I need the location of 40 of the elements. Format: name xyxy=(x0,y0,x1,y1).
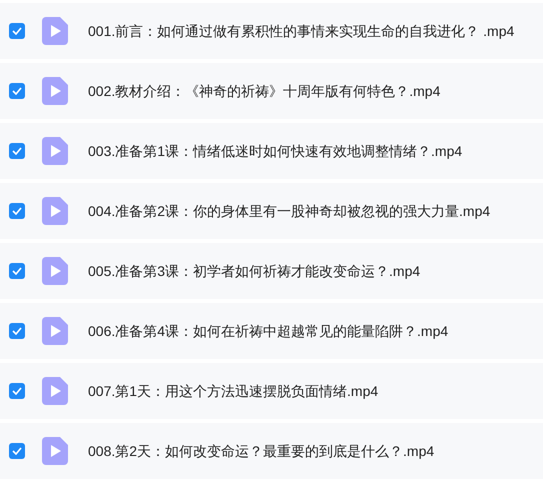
file-row[interactable]: 003.准备第1课：情绪低迷时如何快速有效地调整情绪？.mp4 xyxy=(0,123,543,179)
checkbox[interactable] xyxy=(9,383,25,399)
check-icon xyxy=(12,147,22,155)
video-file-icon xyxy=(42,17,68,45)
check-icon xyxy=(12,327,22,335)
file-name: 001.前言：如何通过做有累积性的事情来实现生命的自我进化？ .mp4 xyxy=(88,22,514,41)
file-row[interactable]: 008.第2天：如何改变命运？最重要的到底是什么？.mp4 xyxy=(0,423,543,479)
video-file-icon xyxy=(42,257,68,285)
video-file-icon xyxy=(42,317,68,345)
check-icon xyxy=(12,267,22,275)
video-file-icon xyxy=(42,437,68,465)
file-row[interactable]: 004.准备第2课：你的身体里有一股神奇却被忽视的强大力量.mp4 xyxy=(0,183,543,239)
file-name: 004.准备第2课：你的身体里有一股神奇却被忽视的强大力量.mp4 xyxy=(88,202,490,221)
video-file-icon xyxy=(42,137,68,165)
checkbox[interactable] xyxy=(9,143,25,159)
video-file-icon xyxy=(42,377,68,405)
video-file-icon xyxy=(42,77,68,105)
checkbox[interactable] xyxy=(9,443,25,459)
checkbox[interactable] xyxy=(9,83,25,99)
checkbox[interactable] xyxy=(9,323,25,339)
file-row[interactable]: 006.准备第4课：如何在祈祷中超越常见的能量陷阱？.mp4 xyxy=(0,303,543,359)
checkbox[interactable] xyxy=(9,263,25,279)
checkbox[interactable] xyxy=(9,203,25,219)
file-name: 002.教材介绍：《神奇的祈祷》十周年版有何特色？.mp4 xyxy=(88,82,440,101)
file-name: 003.准备第1课：情绪低迷时如何快速有效地调整情绪？.mp4 xyxy=(88,142,462,161)
file-name: 008.第2天：如何改变命运？最重要的到底是什么？.mp4 xyxy=(88,442,434,461)
video-file-icon xyxy=(42,197,68,225)
file-name: 007.第1天：用这个方法迅速摆脱负面情绪.mp4 xyxy=(88,382,378,401)
file-row[interactable]: 001.前言：如何通过做有累积性的事情来实现生命的自我进化？ .mp4 xyxy=(0,3,543,59)
file-row[interactable]: 005.准备第3课：初学者如何祈祷才能改变命运？.mp4 xyxy=(0,243,543,299)
check-icon xyxy=(12,207,22,215)
check-icon xyxy=(12,87,22,95)
file-row[interactable]: 002.教材介绍：《神奇的祈祷》十周年版有何特色？.mp4 xyxy=(0,63,543,119)
checkbox[interactable] xyxy=(9,23,25,39)
file-name: 006.准备第4课：如何在祈祷中超越常见的能量陷阱？.mp4 xyxy=(88,322,448,341)
file-row[interactable]: 007.第1天：用这个方法迅速摆脱负面情绪.mp4 xyxy=(0,363,543,419)
check-icon xyxy=(12,387,22,395)
check-icon xyxy=(12,27,22,35)
check-icon xyxy=(12,447,22,455)
file-name: 005.准备第3课：初学者如何祈祷才能改变命运？.mp4 xyxy=(88,262,420,281)
